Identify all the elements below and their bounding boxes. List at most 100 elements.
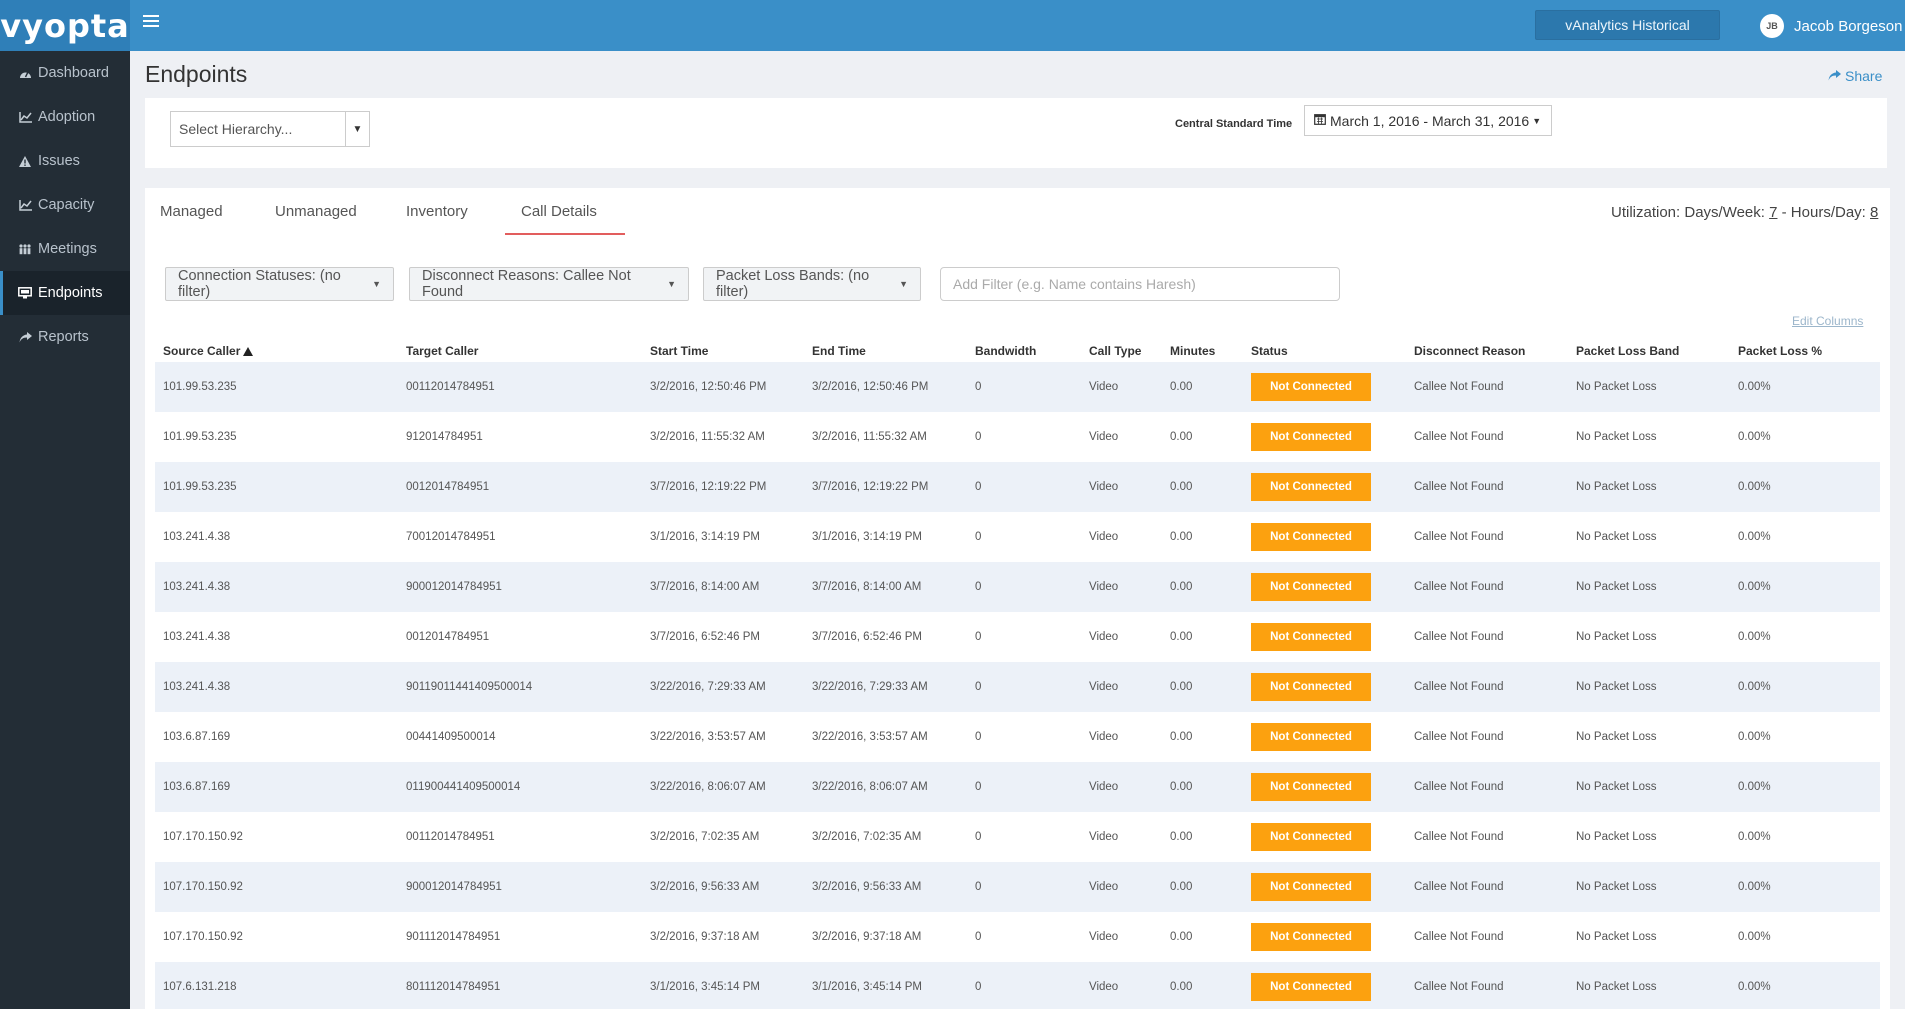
- sidebar-item-label: Dashboard: [38, 65, 109, 81]
- call-type-cell: Video: [1081, 962, 1162, 1009]
- active-tab-indicator: [505, 233, 625, 235]
- bandwidth-cell: 0: [967, 412, 1081, 462]
- sidebar-item-adoption[interactable]: Adoption: [0, 95, 130, 139]
- tab-unmanaged[interactable]: Unmanaged: [275, 203, 357, 220]
- edit-columns-link[interactable]: Edit Columns: [1792, 314, 1863, 328]
- source-caller-cell: 107.170.150.92: [155, 912, 398, 962]
- sidebar-item-dashboard[interactable]: Dashboard: [0, 51, 130, 95]
- utilization-days-link[interactable]: 7: [1769, 204, 1777, 221]
- packet-loss-band-cell: No Packet Loss: [1568, 412, 1730, 462]
- call-type-cell: Video: [1081, 912, 1162, 962]
- column-header-status[interactable]: Status: [1243, 337, 1406, 362]
- disconnect-filter-label: Disconnect Reasons: Callee Not Found: [422, 268, 631, 300]
- table-row[interactable]: 103.241.4.38 70012014784951 3/1/2016, 3:14…: [155, 512, 1880, 562]
- sidebar-item-endpoints[interactable]: Endpoints: [0, 271, 130, 315]
- hamburger-menu-icon[interactable]: [143, 15, 159, 31]
- disconnect-reason-cell: Callee Not Found: [1406, 962, 1568, 1009]
- status-badge: Not Connected: [1251, 673, 1371, 701]
- chevron-down-icon[interactable]: ▼: [345, 112, 369, 146]
- avatar: JB: [1760, 14, 1784, 38]
- share-link[interactable]: Share: [1828, 68, 1882, 84]
- column-header-packet-loss-band[interactable]: Packet Loss Band: [1568, 337, 1730, 362]
- target-caller-cell: 011900441409500014: [398, 762, 642, 812]
- table-row[interactable]: 101.99.53.235 912014784951 3/2/2016, 11:55…: [155, 412, 1880, 462]
- table-row[interactable]: 103.6.87.169 011900441409500014 3/22/2016,…: [155, 762, 1880, 812]
- table-row[interactable]: 101.99.53.235 0012014784951 3/7/2016, 12:1…: [155, 462, 1880, 512]
- sidebar-item-issues[interactable]: Issues: [0, 139, 130, 183]
- column-header-end-time[interactable]: End Time: [804, 337, 967, 362]
- packet-loss-percent-cell: 0.00%: [1730, 662, 1880, 712]
- share-label: Share: [1845, 68, 1883, 84]
- disconnect-reasons-filter-button[interactable]: Disconnect Reasons: Callee Not Found ▼: [409, 267, 689, 301]
- sidebar-item-capacity[interactable]: Capacity: [0, 183, 130, 227]
- column-header-target-caller[interactable]: Target Caller: [398, 337, 642, 362]
- column-header-call-type[interactable]: Call Type: [1081, 337, 1162, 362]
- status-cell: Not Connected: [1243, 712, 1406, 762]
- packet-loss-band-cell: No Packet Loss: [1568, 912, 1730, 962]
- bandwidth-cell: 0: [967, 912, 1081, 962]
- target-caller-cell: 00441409500014: [398, 712, 642, 762]
- table-row[interactable]: 107.170.150.92 901112014784951 3/2/2016, 9…: [155, 912, 1880, 962]
- tab-managed[interactable]: Managed: [160, 203, 223, 220]
- date-range-picker[interactable]: March 1, 2016 - March 31, 2016 ▼: [1304, 105, 1552, 136]
- packet-loss-percent-cell: 0.00%: [1730, 812, 1880, 862]
- hierarchy-select[interactable]: Select Hierarchy... ▼: [170, 111, 370, 147]
- table-row[interactable]: 101.99.53.235 00112014784951 3/2/2016, 12:…: [155, 362, 1880, 412]
- vanalytics-historical-button[interactable]: vAnalytics Historical: [1535, 10, 1720, 40]
- start-time-cell: 3/2/2016, 9:56:33 AM: [642, 862, 804, 912]
- status-badge: Not Connected: [1251, 573, 1371, 601]
- start-time-cell: 3/7/2016, 6:52:46 PM: [642, 612, 804, 662]
- target-caller-cell: 900012014784951: [398, 862, 642, 912]
- disconnect-reason-cell: Callee Not Found: [1406, 362, 1568, 412]
- call-type-cell: Video: [1081, 862, 1162, 912]
- source-caller-cell: 103.6.87.169: [155, 712, 398, 762]
- table-row[interactable]: 103.241.4.38 900012014784951 3/7/2016, 8:1…: [155, 562, 1880, 612]
- calendar-icon: [1314, 113, 1326, 128]
- start-time-cell: 3/2/2016, 7:02:35 AM: [642, 812, 804, 862]
- table-row[interactable]: 103.6.87.169 00441409500014 3/22/2016, 3:5…: [155, 712, 1880, 762]
- disconnect-reason-cell: Callee Not Found: [1406, 812, 1568, 862]
- call-type-cell: Video: [1081, 712, 1162, 762]
- user-menu[interactable]: JB Jacob Borgeson: [1760, 14, 1902, 38]
- connection-statuses-filter-button[interactable]: Connection Statuses: (no filter) ▼: [165, 267, 394, 301]
- column-header-start-time[interactable]: Start Time: [642, 337, 804, 362]
- column-header-source-caller[interactable]: Source Caller: [155, 337, 398, 362]
- sidebar-item-reports[interactable]: Reports: [0, 315, 130, 359]
- packet-loss-bands-filter-button[interactable]: Packet Loss Bands: (no filter) ▼: [703, 267, 921, 301]
- target-caller-cell: 70012014784951: [398, 512, 642, 562]
- bandwidth-cell: 0: [967, 512, 1081, 562]
- source-caller-cell: 101.99.53.235: [155, 412, 398, 462]
- table-row[interactable]: 103.241.4.38 90119011441409500014 3/22/201…: [155, 662, 1880, 712]
- sidebar-item-meetings[interactable]: Meetings: [0, 227, 130, 271]
- table-row[interactable]: 107.170.150.92 00112014784951 3/2/2016, 7:…: [155, 812, 1880, 862]
- add-filter-input[interactable]: [940, 267, 1340, 301]
- status-badge: Not Connected: [1251, 773, 1371, 801]
- logo[interactable]: vyopta: [0, 0, 130, 51]
- tab-call-details[interactable]: Call Details: [521, 203, 597, 220]
- minutes-cell: 0.00: [1162, 762, 1243, 812]
- sidebar-item-label: Reports: [38, 329, 89, 345]
- utilization-hours-link[interactable]: 8: [1870, 204, 1878, 221]
- minutes-cell: 0.00: [1162, 412, 1243, 462]
- status-cell: Not Connected: [1243, 462, 1406, 512]
- table-row[interactable]: 107.170.150.92 900012014784951 3/2/2016, 9…: [155, 862, 1880, 912]
- column-header-minutes[interactable]: Minutes: [1162, 337, 1243, 362]
- column-header-disconnect-reason[interactable]: Disconnect Reason: [1406, 337, 1568, 362]
- tab-inventory[interactable]: Inventory: [406, 203, 468, 220]
- call-type-cell: Video: [1081, 462, 1162, 512]
- disconnect-reason-cell: Callee Not Found: [1406, 912, 1568, 962]
- table-row[interactable]: 103.241.4.38 0012014784951 3/7/2016, 6:52:…: [155, 612, 1880, 662]
- end-time-cell: 3/2/2016, 12:50:46 PM: [804, 362, 967, 412]
- connection-filter-label: Connection Statuses: (no filter): [178, 268, 341, 300]
- column-header-packet-loss-percent[interactable]: Packet Loss %: [1730, 337, 1880, 362]
- column-header-bandwidth[interactable]: Bandwidth: [967, 337, 1081, 362]
- call-details-table: Source Caller Target Caller Start Time E…: [155, 337, 1880, 1009]
- start-time-cell: 3/22/2016, 7:29:33 AM: [642, 662, 804, 712]
- status-cell: Not Connected: [1243, 512, 1406, 562]
- table-row[interactable]: 107.6.131.218 801112014784951 3/1/2016, 3:…: [155, 962, 1880, 1009]
- start-time-cell: 3/2/2016, 12:50:46 PM: [642, 362, 804, 412]
- end-time-cell: 3/22/2016, 7:29:33 AM: [804, 662, 967, 712]
- disconnect-reason-cell: Callee Not Found: [1406, 662, 1568, 712]
- packet-loss-band-cell: No Packet Loss: [1568, 812, 1730, 862]
- status-cell: Not Connected: [1243, 762, 1406, 812]
